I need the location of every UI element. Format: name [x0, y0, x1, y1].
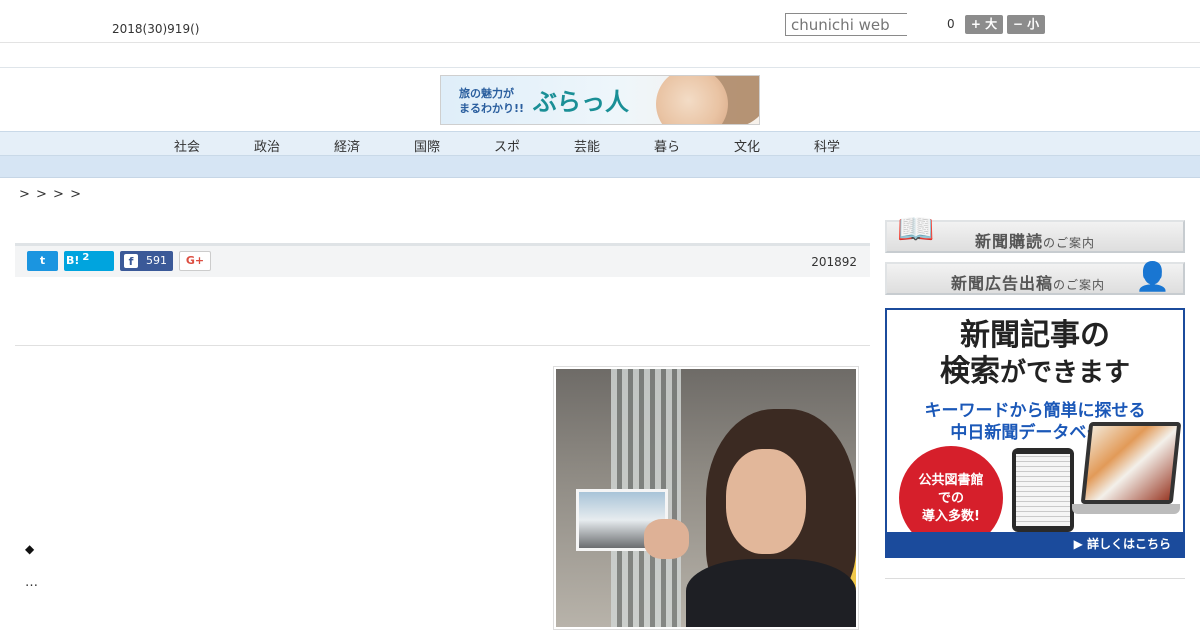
- newspaper-icon: 📖: [897, 212, 935, 247]
- banner-brand: ぶらっ人: [533, 87, 629, 116]
- photo-person-body: [686, 559, 856, 627]
- laptop-base: [1072, 504, 1180, 514]
- nav-item[interactable]: 経済: [327, 136, 367, 155]
- nav-item[interactable]: 社会: [167, 136, 207, 155]
- database-ad[interactable]: 新聞記事の 検索ができます キーワードから簡単に探せる 中日新聞データベース 公…: [885, 308, 1185, 558]
- db-ad-title: 新聞記事の 検索ができます: [939, 318, 1130, 389]
- share-bar: t B! 2 f 591 G+ 201892: [15, 243, 870, 277]
- facebook-count: 591: [146, 254, 167, 267]
- person-icon: 👤: [1135, 260, 1170, 293]
- hatena-count: 2: [82, 252, 90, 263]
- hatena-bookmark-button[interactable]: B! 2: [64, 251, 114, 271]
- nav-item[interactable]: 暮ら: [647, 136, 687, 155]
- photo-person-face: [726, 449, 806, 554]
- sub-nav: [0, 156, 1200, 178]
- main-nav: 社会 政治 経済 国際 スポ 芸能 暮ら 文化 科学: [0, 131, 1200, 156]
- nav-item[interactable]: 政治: [247, 136, 287, 155]
- nav-item[interactable]: 国際: [407, 136, 447, 155]
- font-size-indicator: 0: [947, 17, 955, 31]
- nav-item[interactable]: スポ: [487, 136, 527, 155]
- photo-image: [556, 369, 856, 627]
- twitter-share-button[interactable]: t: [27, 251, 58, 271]
- hatena-icon: B!: [66, 254, 80, 267]
- header-divider: [0, 67, 1200, 68]
- article-divider: [15, 345, 870, 346]
- font-bigger-button[interactable]: + 大: [965, 15, 1003, 34]
- google-plus-icon: G+: [185, 254, 205, 267]
- advertising-info-button[interactable]: 新聞広告出稿のご案内 👤: [885, 260, 1185, 295]
- banner-model-face: [656, 76, 728, 124]
- banner-tagline: 旅の魅力が まるわかり!!: [459, 86, 524, 116]
- article-photo[interactable]: [553, 366, 859, 630]
- laptop-icon: [1080, 422, 1182, 504]
- top-bar: 2018(30)919() 0 + 大 − 小: [0, 0, 1200, 43]
- current-date: 2018(30)919(): [112, 22, 200, 36]
- tablet-icon: [1012, 448, 1074, 532]
- facebook-icon: f: [124, 254, 138, 268]
- nav-item[interactable]: 科学: [807, 136, 847, 155]
- twitter-icon: t: [39, 254, 46, 267]
- article-ellipsis: …: [25, 575, 38, 590]
- db-ad-more-link[interactable]: ▶ 詳しくはこちら: [887, 532, 1183, 556]
- banner-tagline-2: まるわかり!!: [459, 102, 525, 115]
- photo-person-hand: [644, 519, 689, 559]
- search-input[interactable]: [785, 13, 907, 36]
- published-date: 201892: [811, 255, 857, 269]
- bullet-marker: ◆: [25, 542, 35, 556]
- sidebar-divider: [885, 578, 1185, 579]
- travel-banner-ad[interactable]: 旅の魅力が まるわかり!! ぶらっ人: [440, 75, 760, 125]
- font-smaller-button[interactable]: − 小: [1007, 15, 1045, 34]
- breadcrumb[interactable]: > > > >: [19, 187, 82, 202]
- advertising-label: 新聞広告出稿のご案内: [951, 274, 1106, 293]
- subscription-label: 新聞購読のご案内: [975, 232, 1096, 251]
- nav-item[interactable]: 芸能: [567, 136, 607, 155]
- google-plus-button[interactable]: G+: [179, 251, 211, 271]
- facebook-share-button[interactable]: f 591: [120, 251, 173, 271]
- subscription-info-button[interactable]: 📖 新聞購読のご案内: [885, 212, 1185, 253]
- banner-tagline-1: 旅の魅力が: [459, 87, 514, 100]
- nav-item[interactable]: 文化: [727, 136, 767, 155]
